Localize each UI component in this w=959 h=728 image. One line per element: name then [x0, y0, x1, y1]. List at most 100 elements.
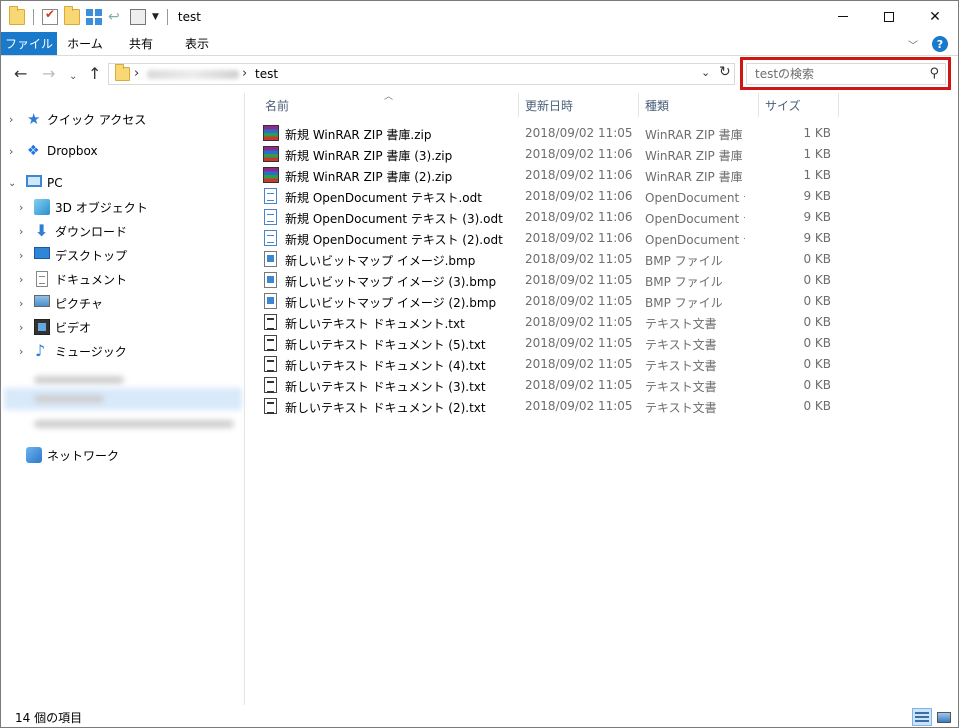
file-name: 新規 WinRAR ZIP 書庫.zip [285, 128, 432, 142]
expand-chevron-icon[interactable]: › [19, 201, 29, 214]
maximize-button[interactable] [866, 1, 912, 32]
file-date: 2018/09/02 11:05 [525, 336, 633, 350]
file-row[interactable]: 新しいビットマップ イメージ (3).bmp 2018/09/02 11:05 … [259, 270, 839, 291]
toolbar-separator [33, 8, 34, 25]
column-header-type[interactable]: 種類 [639, 93, 759, 117]
customize-dropdown-icon[interactable]: ▼ [152, 12, 159, 22]
back-arrow-icon[interactable]: ← [14, 65, 27, 83]
file-type: テキスト文書 [645, 317, 717, 331]
column-header-date[interactable]: 更新日時 [519, 93, 639, 117]
file-name: 新規 OpenDocument テキスト (3).odt [285, 212, 503, 226]
nav-item-label: ダウンロード [55, 224, 128, 239]
search-box[interactable]: ⚲ [746, 63, 946, 85]
file-name: 新しいテキスト ドキュメント.txt [285, 317, 465, 331]
file-row[interactable]: 新しいテキスト ドキュメント (2).txt 2018/09/02 11:05 … [259, 396, 839, 417]
forward-arrow-icon[interactable]: → [42, 65, 55, 83]
file-size: 0 KB [803, 357, 831, 371]
nav-item-desktop[interactable]: › デスクトップ [1, 244, 245, 266]
search-icon[interactable]: ⚲ [929, 66, 939, 81]
new-folder-icon[interactable] [64, 5, 80, 25]
breadcrumb-chevron-icon[interactable]: › [134, 66, 139, 81]
file-row[interactable]: 新しいテキスト ドキュメント.txt 2018/09/02 11:05 テキスト… [259, 312, 839, 333]
expand-chevron-icon[interactable]: › [19, 273, 29, 286]
file-size: 9 KB [803, 189, 831, 203]
nav-item-pictures[interactable]: › ピクチャ [1, 292, 245, 314]
details-view-button[interactable] [912, 708, 932, 726]
expand-chevron-icon[interactable]: › [9, 145, 19, 158]
pictures-icon [34, 295, 50, 307]
blurred-path-segment [147, 70, 239, 79]
recent-locations-chevron-icon[interactable]: ⌄ [69, 68, 77, 86]
expand-chevron-icon[interactable]: › [9, 113, 19, 126]
expand-chevron-icon[interactable]: › [19, 297, 29, 310]
file-row[interactable]: 新規 OpenDocument テキスト (2).odt 2018/09/02 … [259, 228, 839, 249]
tab-file[interactable]: ファイル [1, 32, 57, 55]
blurred-text [34, 395, 104, 403]
tab-share[interactable]: 共有 [113, 32, 169, 55]
address-bar[interactable]: › › test ⌄ ↻ [108, 63, 735, 85]
address-dropdown-icon[interactable]: ⌄ [701, 66, 710, 79]
column-header-size[interactable]: サイズ [759, 93, 839, 117]
nav-item-music[interactable]: › ♪ ミュージック [1, 340, 245, 362]
nav-item-downloads[interactable]: › ⬇ ダウンロード [1, 220, 245, 242]
properties-check-icon[interactable] [42, 7, 58, 25]
file-row[interactable]: 新しいテキスト ドキュメント (5).txt 2018/09/02 11:05 … [259, 333, 839, 354]
file-date: 2018/09/02 11:05 [525, 252, 633, 266]
file-type: テキスト文書 [645, 380, 717, 394]
blurred-nav-item-selected [4, 388, 242, 410]
star-icon: ★ [27, 110, 41, 128]
expand-ribbon-chevron-icon[interactable]: ﹀ [908, 37, 918, 52]
expand-chevron-icon[interactable]: › [19, 321, 29, 334]
search-input[interactable] [747, 64, 925, 84]
file-type: OpenDocument テ [645, 233, 745, 247]
collapse-chevron-icon[interactable]: ⌄ [8, 178, 18, 189]
txt-icon [264, 314, 277, 330]
up-arrow-icon[interactable]: ↑ [88, 65, 101, 83]
item-count: 14 個の項目 [15, 711, 83, 725]
file-size: 9 KB [803, 231, 831, 245]
copy-icon[interactable] [130, 8, 146, 25]
expand-chevron-icon[interactable]: › [19, 345, 29, 358]
file-row[interactable]: 新規 OpenDocument テキスト (3).odt 2018/09/02 … [259, 207, 839, 228]
nav-item-dropbox[interactable]: › ❖ Dropbox [1, 140, 245, 162]
file-row[interactable]: 新規 WinRAR ZIP 書庫 (3).zip 2018/09/02 11:0… [259, 144, 839, 165]
tab-home[interactable]: ホーム [57, 32, 113, 55]
nav-item-videos[interactable]: › ビデオ [1, 316, 245, 338]
nav-item-documents[interactable]: › ドキュメント [1, 268, 245, 290]
nav-item-quick-access[interactable]: › ★ クイック アクセス [1, 108, 245, 130]
file-name: 新しいテキスト ドキュメント (5).txt [285, 338, 486, 352]
tab-view[interactable]: 表示 [169, 32, 225, 55]
txt-icon [264, 377, 277, 393]
view-grid-icon[interactable] [86, 8, 102, 25]
column-header-name[interactable]: 名前 [259, 93, 519, 117]
blurred-text [34, 376, 124, 384]
file-row[interactable]: 新しいビットマップ イメージ (2).bmp 2018/09/02 11:05 … [259, 291, 839, 312]
file-date: 2018/09/02 11:05 [525, 315, 633, 329]
expand-chevron-icon[interactable]: › [19, 225, 29, 238]
file-row[interactable]: 新しいテキスト ドキュメント (4).txt 2018/09/02 11:05 … [259, 354, 839, 375]
expand-chevron-icon[interactable]: › [19, 249, 29, 262]
file-row[interactable]: 新規 OpenDocument テキスト.odt 2018/09/02 11:0… [259, 186, 839, 207]
breadcrumb-current-folder[interactable]: test [255, 67, 278, 81]
file-type: OpenDocument テ [645, 212, 745, 226]
file-row[interactable]: 新規 WinRAR ZIP 書庫 (2).zip 2018/09/02 11:0… [259, 165, 839, 186]
file-row[interactable]: 新しいテキスト ドキュメント (3).txt 2018/09/02 11:05 … [259, 375, 839, 396]
nav-item-network[interactable]: ネットワーク [1, 444, 245, 466]
winrar-icon [263, 125, 279, 141]
file-row[interactable]: 新規 WinRAR ZIP 書庫.zip 2018/09/02 11:05 Wi… [259, 123, 839, 144]
refresh-icon[interactable]: ↻ [719, 64, 731, 80]
file-name: 新しいテキスト ドキュメント (4).txt [285, 359, 486, 373]
odt-icon [264, 209, 277, 225]
large-icons-view-button[interactable] [934, 708, 954, 726]
breadcrumb-chevron-icon[interactable]: › [242, 66, 247, 81]
nav-item-3d-objects[interactable]: › 3D オブジェクト [1, 196, 245, 218]
nav-item-pc[interactable]: ⌄ PC [1, 172, 245, 194]
file-date: 2018/09/02 11:05 [525, 294, 633, 308]
close-button[interactable]: ✕ [912, 1, 958, 32]
help-icon[interactable]: ? [932, 36, 948, 52]
file-row[interactable]: 新しいビットマップ イメージ.bmp 2018/09/02 11:05 BMP … [259, 249, 839, 270]
nav-item-label: ビデオ [55, 320, 92, 335]
minimize-button[interactable] [820, 1, 866, 32]
undo-icon[interactable]: ↩ [108, 9, 124, 25]
file-date: 2018/09/02 11:06 [525, 168, 633, 182]
